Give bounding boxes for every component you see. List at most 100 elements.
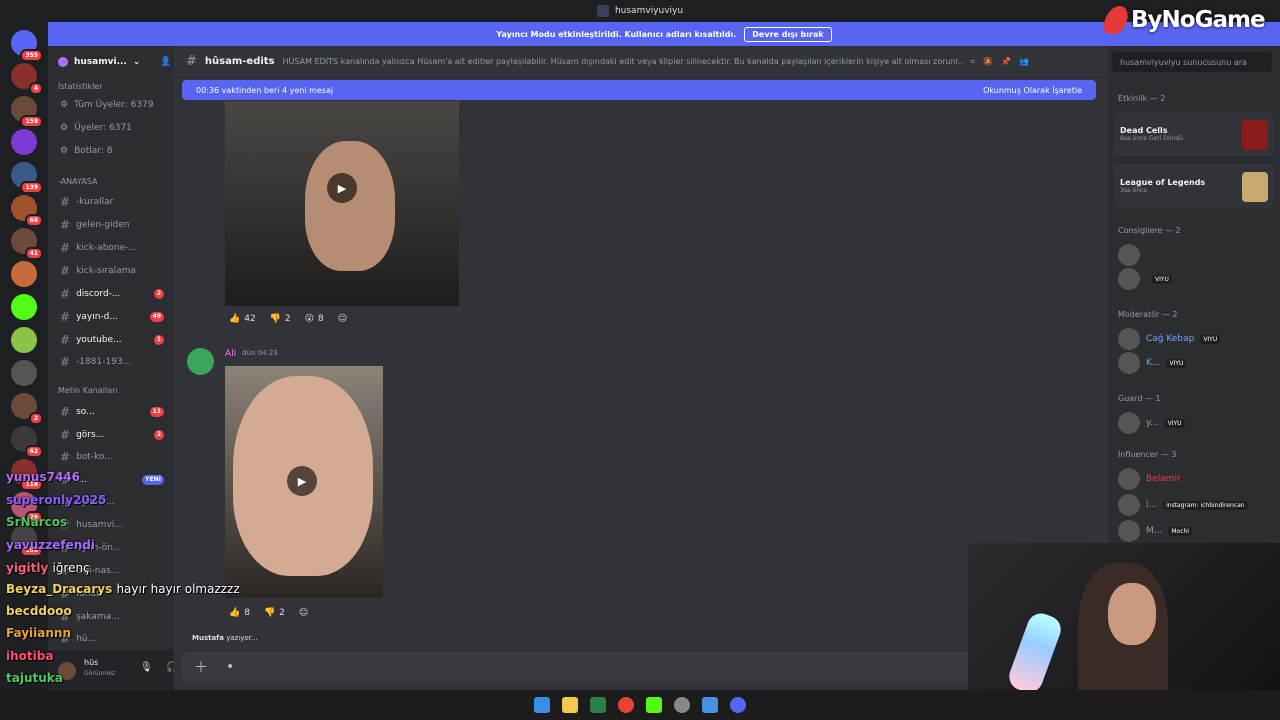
server-icon[interactable]: 4 [11, 63, 43, 95]
banner-text: Yayıncı Modu etkinleştirildi. Kullanıcı … [496, 29, 737, 39]
server-icon[interactable]: 355 [11, 30, 43, 62]
notification-badge: 41 [24, 247, 43, 260]
microphone-icon[interactable]: 🎙 [140, 662, 153, 673]
mark-as-read-button[interactable]: Okunmuş Olarak İşaretle [983, 86, 1082, 95]
server-icon[interactable]: 2 [11, 393, 43, 425]
server-icon[interactable] [11, 129, 37, 155]
stream-chat-line: superonly2025 [6, 493, 106, 507]
member-tag: Mochi [1168, 526, 1192, 536]
windows-start-icon[interactable] [534, 697, 550, 713]
server-icon[interactable] [11, 327, 37, 353]
hash-icon: # [60, 218, 71, 232]
member-item[interactable]: y... VIYU [1118, 412, 1185, 434]
hash-icon: # [60, 333, 71, 347]
channel-item[interactable]: # kick-sıralama [48, 261, 174, 281]
member-item[interactable]: Cağ Kebap VIYU [1118, 328, 1221, 350]
channel-item[interactable]: # kick-abone-... [48, 238, 174, 258]
server-icon[interactable] [11, 261, 37, 287]
add-member-icon[interactable]: 👤 [160, 57, 171, 67]
threads-icon[interactable]: ⌗ [971, 57, 976, 67]
reaction-button[interactable]: 👍 8 [225, 606, 254, 620]
server-icon[interactable]: 139 [11, 162, 43, 194]
chat-message: iğrenç [52, 561, 90, 575]
reaction-button[interactable]: 😮 8 [301, 312, 328, 326]
file-explorer-icon[interactable] [562, 697, 578, 713]
search-input[interactable]: husamviyuviyu sunucusunu ara [1112, 52, 1272, 72]
thumbs-down-icon: 👎 [263, 608, 276, 618]
channel-topic[interactable]: HÜSAM EDİTS kanalında yalnızca Hüsam'a a… [283, 57, 963, 66]
streamer-face [1108, 583, 1156, 645]
activity-card-1[interactable]: Dead Cells 6sa önce Geri Döndü [1114, 112, 1274, 156]
unread-badge: 2 [153, 430, 164, 440]
channel-label: kick-sıralama [76, 266, 136, 276]
unread-badge: 49 [149, 312, 164, 322]
category-anayasa[interactable]: -ANAYASA [58, 177, 97, 186]
play-icon[interactable]: ▶ [327, 173, 357, 203]
discord-icon[interactable] [730, 697, 746, 713]
member-item[interactable]: VIYU [1118, 268, 1172, 290]
avatar [1118, 244, 1140, 266]
activity-card-2[interactable]: League of Legends 3sa önce [1114, 164, 1274, 208]
server-icon[interactable]: 159 [11, 96, 43, 128]
member-item[interactable]: i... instagram: ichbindirencan [1118, 494, 1248, 516]
chrome-icon[interactable] [618, 697, 634, 713]
avatar [1118, 468, 1140, 490]
kick-icon[interactable] [646, 697, 662, 713]
new-messages-text: 00:36 vaktinden beri 4 yeni mesaj [196, 85, 334, 95]
add-reaction-icon[interactable]: ☺ [295, 606, 312, 620]
channel-item[interactable]: # so... 11 [48, 402, 174, 422]
message-composer[interactable]: ＋ • [182, 652, 1096, 682]
app-icon[interactable] [702, 697, 718, 713]
avatar [1118, 412, 1140, 434]
hash-icon: # [60, 355, 71, 369]
member-item[interactable]: K... VIYU [1118, 352, 1187, 374]
members-icon[interactable]: 👥 [1019, 57, 1029, 66]
server-icon[interactable] [11, 360, 37, 386]
avatar[interactable] [187, 348, 214, 375]
gear-icon: ⚙ [60, 123, 69, 133]
stream-chat-line: yigitly iğrenç [6, 561, 90, 575]
server-header[interactable]: husamvi... ⌄ 👤 [48, 46, 174, 78]
notification-badge: 355 [20, 49, 43, 62]
server-icon[interactable]: 62 [11, 426, 43, 458]
play-icon[interactable]: ▶ [287, 466, 317, 496]
channel-item[interactable]: # discord-... 2 [48, 284, 174, 304]
channel-item[interactable]: # -kurallar [48, 192, 174, 212]
member-item[interactable]: Belamir [1118, 468, 1181, 490]
channel-item[interactable]: # bot-ko... [48, 447, 174, 467]
reaction-button[interactable]: 👍 42 [225, 312, 260, 326]
reactions-row-2: 👍 8 👎 2 ☺ [225, 606, 312, 620]
reaction-button[interactable]: 👎 2 [266, 312, 295, 326]
hash-icon: # [60, 450, 71, 464]
user-status: Görünmez [84, 670, 116, 677]
author-name[interactable]: Ali [225, 349, 236, 359]
channel-item[interactable]: # yayın-d... 49 [48, 307, 174, 327]
server-icon[interactable]: 68 [11, 195, 43, 227]
new-messages-bar[interactable]: 00:36 vaktinden beri 4 yeni mesaj Okunmu… [182, 80, 1096, 100]
channel-item[interactable]: # youtube... 1 [48, 330, 174, 350]
server-icon[interactable]: 41 [11, 228, 43, 260]
stats-category[interactable]: İstatistikler [58, 82, 103, 91]
member-item[interactable]: M... Mochi [1118, 520, 1192, 542]
pin-icon[interactable]: 📌 [1001, 57, 1011, 66]
add-reaction-icon[interactable]: ☺ [334, 312, 351, 326]
composer-input[interactable]: • [226, 659, 234, 675]
channel-label: görs... [76, 430, 105, 440]
video-attachment-2[interactable]: ▶ [225, 366, 383, 598]
category-text-channels[interactable]: Metin Kanalları [58, 386, 118, 395]
terminal-icon[interactable] [590, 697, 606, 713]
channel-item[interactable]: # görs... 2 [48, 425, 174, 445]
reaction-button[interactable]: 👎 2 [260, 606, 289, 620]
reaction-count: 42 [244, 314, 256, 324]
mute-icon[interactable]: 🔕 [983, 57, 993, 66]
disable-streamer-mode-button[interactable]: Devre dışı bırak [744, 26, 832, 42]
channel-item[interactable]: # -1881-193... [48, 352, 174, 372]
member-name: i... [1146, 500, 1158, 510]
member-item[interactable] [1118, 244, 1146, 266]
add-attachment-icon[interactable]: ＋ [194, 657, 208, 677]
server-icon[interactable] [11, 294, 37, 320]
channel-item[interactable]: # gelen-giden [48, 215, 174, 235]
gear-icon: ⚙ [60, 100, 69, 110]
obs-icon[interactable] [674, 697, 690, 713]
video-attachment-1[interactable]: ▶ [225, 101, 459, 306]
